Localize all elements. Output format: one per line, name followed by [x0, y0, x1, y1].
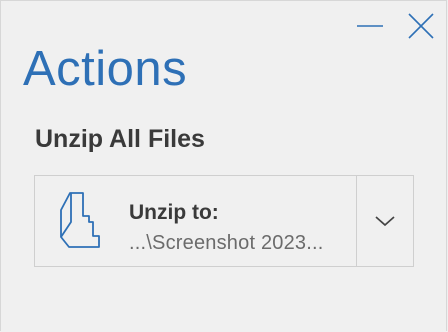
section-title: Unzip All Files	[35, 125, 205, 153]
close-button[interactable]	[404, 10, 438, 42]
actions-pane: Actions Unzip All Files Unzip to: ...\Sc…	[0, 0, 447, 331]
unzip-options-dropdown[interactable]	[357, 176, 413, 266]
minimize-button[interactable]	[353, 9, 387, 41]
chevron-down-icon	[375, 216, 395, 227]
pane-title: Actions	[23, 42, 188, 96]
zip-file-icon	[60, 192, 100, 248]
close-icon	[408, 13, 434, 39]
unzip-split-button: Unzip to: ...\Screenshot 2023...	[34, 175, 414, 267]
unzip-destination-path: ...\Screenshot 2023...	[129, 232, 324, 254]
unzip-to-button[interactable]: Unzip to: ...\Screenshot 2023...	[35, 176, 357, 266]
unzip-to-label: Unzip to:	[129, 201, 219, 224]
minimize-icon	[357, 25, 383, 27]
